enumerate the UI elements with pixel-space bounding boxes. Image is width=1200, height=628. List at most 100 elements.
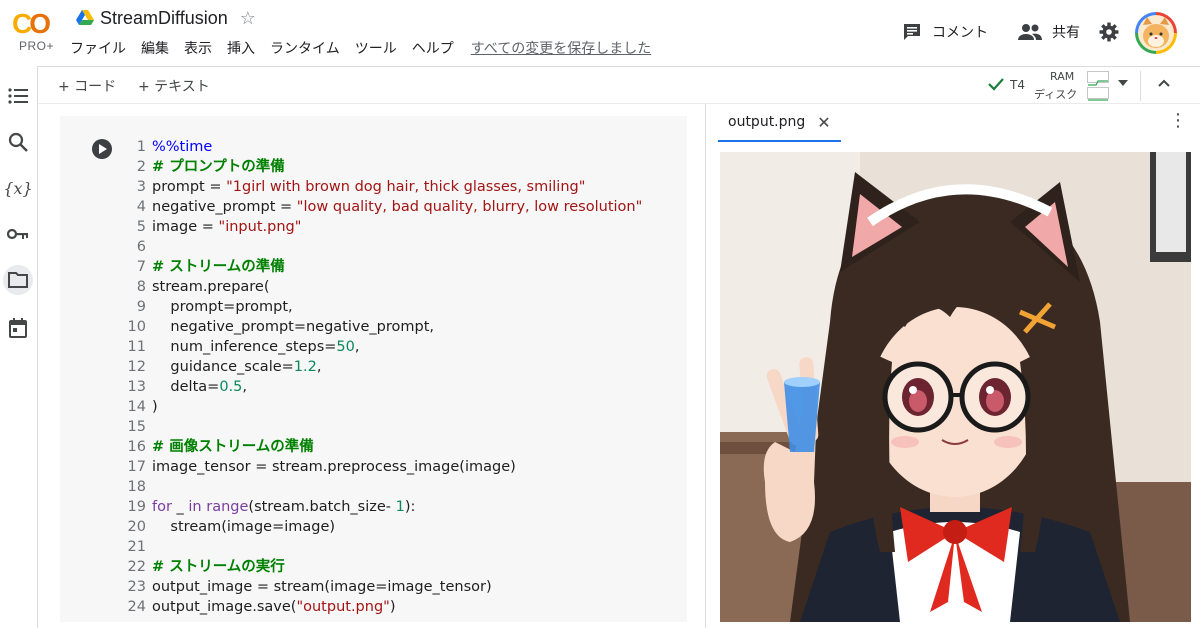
line-number: 3 <box>120 177 152 197</box>
code-token: prompt = <box>152 177 226 197</box>
drive-icon <box>76 10 94 26</box>
code-line[interactable]: 7# ストリームの準備 <box>120 257 642 277</box>
code-token: guidance_scale= <box>152 357 294 377</box>
code-line[interactable]: 18 <box>120 477 642 497</box>
chevron-up-icon[interactable] <box>1156 75 1172 91</box>
line-number: 14 <box>120 397 152 417</box>
toc-icon[interactable] <box>6 84 30 108</box>
code-line[interactable]: 1%%time <box>120 137 642 157</box>
search-icon[interactable] <box>6 130 30 154</box>
menu-insert[interactable]: 挿入 <box>227 38 255 58</box>
code-token: prompt=prompt, <box>152 297 293 317</box>
add-text-button[interactable]: + テキスト <box>138 76 210 96</box>
file-viewer-pane: output.png ✕ ⋮ <box>705 104 1200 628</box>
code-line[interactable]: 23output_image = stream(image=image_tens… <box>120 577 642 597</box>
code-line[interactable]: 15 <box>120 417 642 437</box>
code-token: stream(image=image) <box>152 517 335 537</box>
code-line[interactable]: 13 delta=0.5, <box>120 377 642 397</box>
menu-help[interactable]: ヘルプ <box>412 38 454 58</box>
code-token: # プロンプトの準備 <box>152 157 285 177</box>
people-icon <box>1018 23 1042 41</box>
more-options-icon[interactable]: ⋮ <box>1169 110 1188 131</box>
colab-logo[interactable]: CO PRO+ <box>12 6 58 58</box>
line-number: 12 <box>120 357 152 377</box>
notebook-toolbar: + コード + テキスト T4 RAM ディスク <box>38 66 1200 104</box>
toolbar-divider <box>1140 71 1141 101</box>
code-line[interactable]: 16# 画像ストリームの準備 <box>120 437 642 457</box>
logo-text: CO <box>12 8 48 40</box>
code-token: ): <box>405 497 416 517</box>
code-line[interactable]: 20 stream(image=image) <box>120 517 642 537</box>
code-token: delta= <box>152 377 219 397</box>
code-token: range <box>206 497 248 517</box>
run-cell-button[interactable] <box>92 139 112 159</box>
code-line[interactable]: 9 prompt=prompt, <box>120 297 642 317</box>
share-button[interactable]: 共有 <box>1018 22 1080 42</box>
code-token: output_image = stream(image=image_tensor… <box>152 577 492 597</box>
code-token: "input.png" <box>219 217 302 237</box>
output-image <box>720 152 1191 622</box>
avatar-image <box>1138 15 1174 51</box>
menu-tools[interactable]: ツール <box>355 38 397 58</box>
left-rail: {x} <box>0 66 38 628</box>
code-line[interactable]: 6 <box>120 237 642 257</box>
code-line[interactable]: 11 num_inference_steps=50, <box>120 337 642 357</box>
code-token: , <box>317 357 322 377</box>
menu-edit[interactable]: 編集 <box>141 38 169 58</box>
code-line[interactable]: 14) <box>120 397 642 417</box>
line-number: 16 <box>120 437 152 457</box>
line-number: 13 <box>120 377 152 397</box>
line-number: 22 <box>120 557 152 577</box>
code-line[interactable]: 8stream.prepare( <box>120 277 642 297</box>
tab-output-png[interactable]: output.png ✕ <box>718 104 841 142</box>
code-line[interactable]: 10 negative_prompt=negative_prompt, <box>120 317 642 337</box>
notebook-title[interactable]: StreamDiffusion <box>100 8 228 29</box>
code-line[interactable]: 12 guidance_scale=1.2, <box>120 357 642 377</box>
code-line[interactable]: 21 <box>120 537 642 557</box>
disk-meter <box>1087 87 1109 99</box>
line-number: 11 <box>120 337 152 357</box>
tab-label: output.png <box>728 114 805 130</box>
runtime-type[interactable]: T4 <box>1010 78 1025 92</box>
code-line[interactable]: 3prompt = "1girl with brown dog hair, th… <box>120 177 642 197</box>
calendar-icon[interactable] <box>6 316 30 340</box>
code-token: 50 <box>336 337 354 357</box>
code-line[interactable]: 4negative_prompt = "low quality, bad qua… <box>120 197 642 217</box>
disk-label: ディスク <box>1034 86 1077 102</box>
code-token: , <box>242 377 247 397</box>
add-code-button[interactable]: + コード <box>58 76 116 96</box>
menu-view[interactable]: 表示 <box>184 38 212 58</box>
line-number: 5 <box>120 217 152 237</box>
menu-runtime[interactable]: ランタイム <box>270 38 340 58</box>
line-number: 17 <box>120 457 152 477</box>
line-number: 20 <box>120 517 152 537</box>
code-line[interactable]: 5image = "input.png" <box>120 217 642 237</box>
code-line[interactable]: 24output_image.save("output.png") <box>120 597 642 617</box>
gear-icon[interactable] <box>1099 22 1119 42</box>
code-line[interactable]: 19for _ in range(stream.batch_size- 1): <box>120 497 642 517</box>
menu-file[interactable]: ファイル <box>70 38 126 58</box>
code-token: stream.prepare( <box>152 277 270 297</box>
code-line[interactable]: 22# ストリームの実行 <box>120 557 642 577</box>
runtime-dropdown-icon[interactable] <box>1118 80 1128 86</box>
code-cell[interactable]: 1%%time2# プロンプトの準備3prompt = "1girl with … <box>60 116 687 622</box>
star-icon[interactable]: ☆ <box>240 8 256 29</box>
code-token: num_inference_steps= <box>152 337 336 357</box>
code-token: 1 <box>396 497 405 517</box>
code-line[interactable]: 17image_tensor = stream.preprocess_image… <box>120 457 642 477</box>
saved-status-link[interactable]: すべての変更を保存しました <box>471 38 651 58</box>
variables-icon[interactable]: {x} <box>6 176 30 200</box>
code-token: negative_prompt=negative_prompt, <box>152 317 434 337</box>
code-editor[interactable]: 1%%time2# プロンプトの準備3prompt = "1girl with … <box>120 137 642 617</box>
line-number: 18 <box>120 477 152 497</box>
code-token: # 画像ストリームの準備 <box>152 437 314 457</box>
code-line[interactable]: 2# プロンプトの準備 <box>120 157 642 177</box>
code-pane: 1%%time2# プロンプトの準備3prompt = "1girl with … <box>38 104 705 628</box>
folder-icon[interactable] <box>3 265 33 295</box>
close-icon[interactable]: ✕ <box>817 113 830 132</box>
comment-button[interactable]: コメント <box>902 22 988 42</box>
key-icon[interactable] <box>6 222 30 246</box>
code-token: %%time <box>152 137 212 157</box>
avatar[interactable] <box>1135 12 1177 54</box>
comment-icon <box>902 22 922 42</box>
